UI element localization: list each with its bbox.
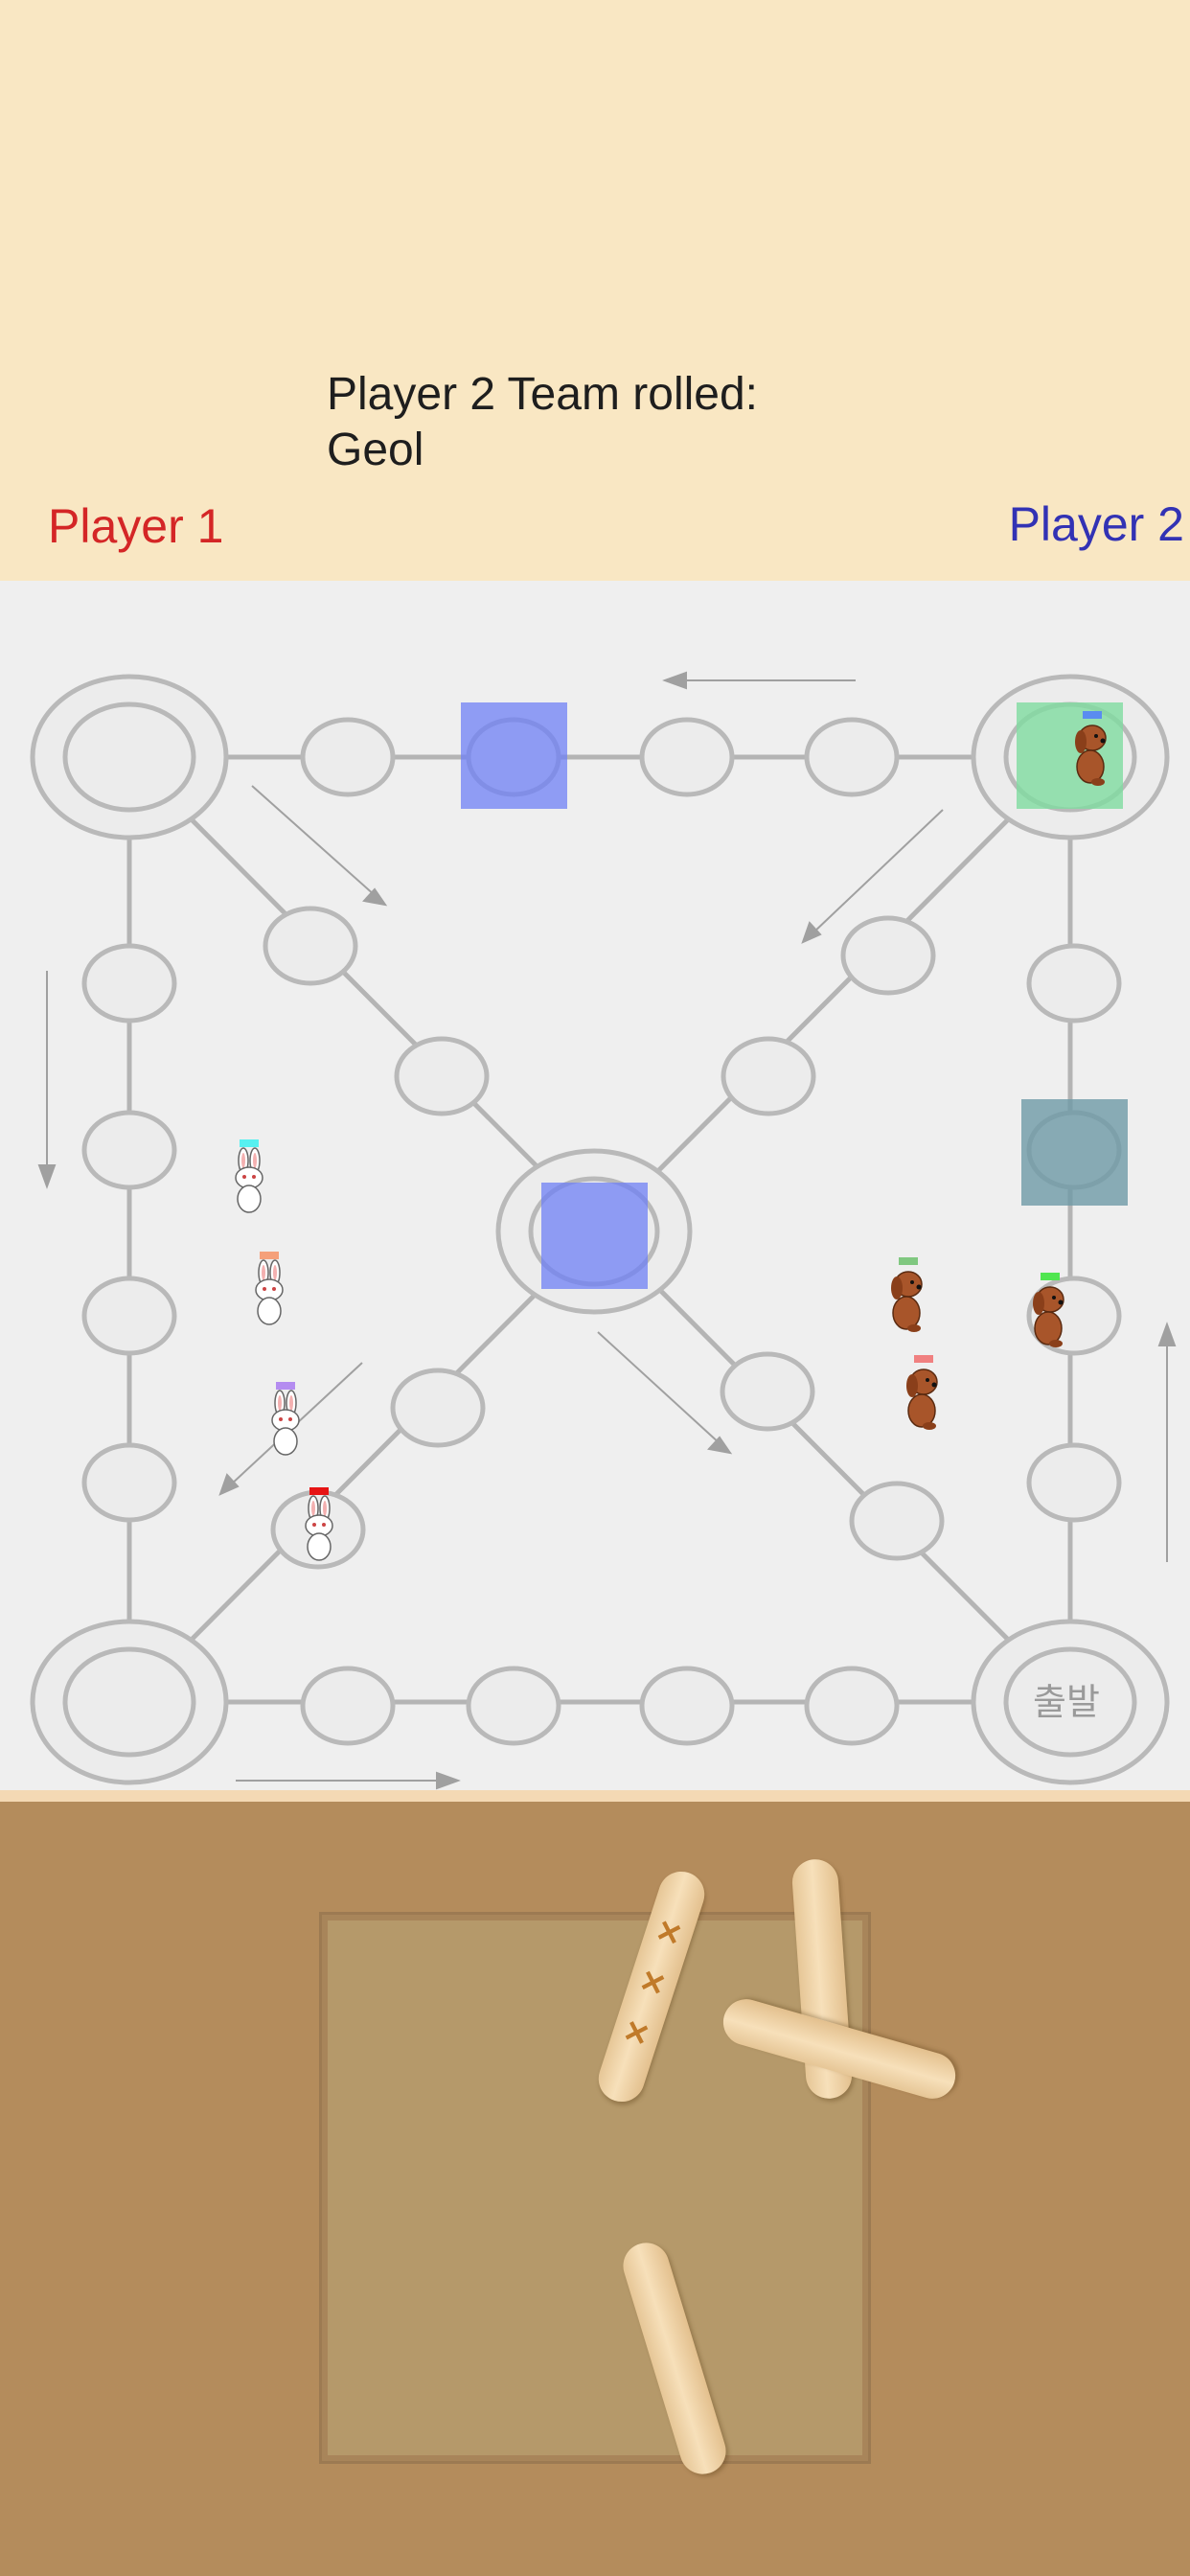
status-header: Player 2 Team rolled: Geol Player 1 Play… <box>0 0 1190 581</box>
dog-piece[interactable] <box>1021 1273 1079 1351</box>
throw-area[interactable]: ✕ ✕ ✕ <box>0 1802 1190 2576</box>
dog-piece[interactable] <box>895 1355 952 1434</box>
move-target-highlight[interactable] <box>461 702 567 809</box>
move-target-highlight[interactable] <box>1021 1099 1128 1206</box>
section-divider <box>0 1790 1190 1802</box>
player2-label: Player 2 <box>1008 497 1184 551</box>
roll-status: Player 2 Team rolled: Geol <box>327 367 863 478</box>
player1-label: Player 1 <box>48 499 224 553</box>
move-target-highlight[interactable] <box>541 1183 648 1289</box>
roll-status-line1: Player 2 Team rolled: <box>327 369 758 420</box>
throw-mat[interactable] <box>322 1915 868 2461</box>
yut-board: 출발 <box>0 581 1190 1790</box>
dog-piece[interactable] <box>1064 711 1121 790</box>
rabbit-piece[interactable] <box>242 1252 296 1328</box>
stick-mark: ✕ <box>618 2012 654 2054</box>
rabbit-piece[interactable] <box>259 1382 312 1459</box>
stick-mark: ✕ <box>651 1912 687 1954</box>
dog-piece[interactable] <box>880 1257 937 1336</box>
board-graphic: 출발 <box>30 671 1177 1790</box>
rabbit-piece[interactable] <box>292 1487 346 1564</box>
stick-mark: ✕ <box>634 1962 671 2004</box>
rabbit-piece[interactable] <box>222 1139 276 1216</box>
roll-status-line2: Geol <box>327 425 424 475</box>
start-label: 출발 <box>1033 1681 1100 1723</box>
